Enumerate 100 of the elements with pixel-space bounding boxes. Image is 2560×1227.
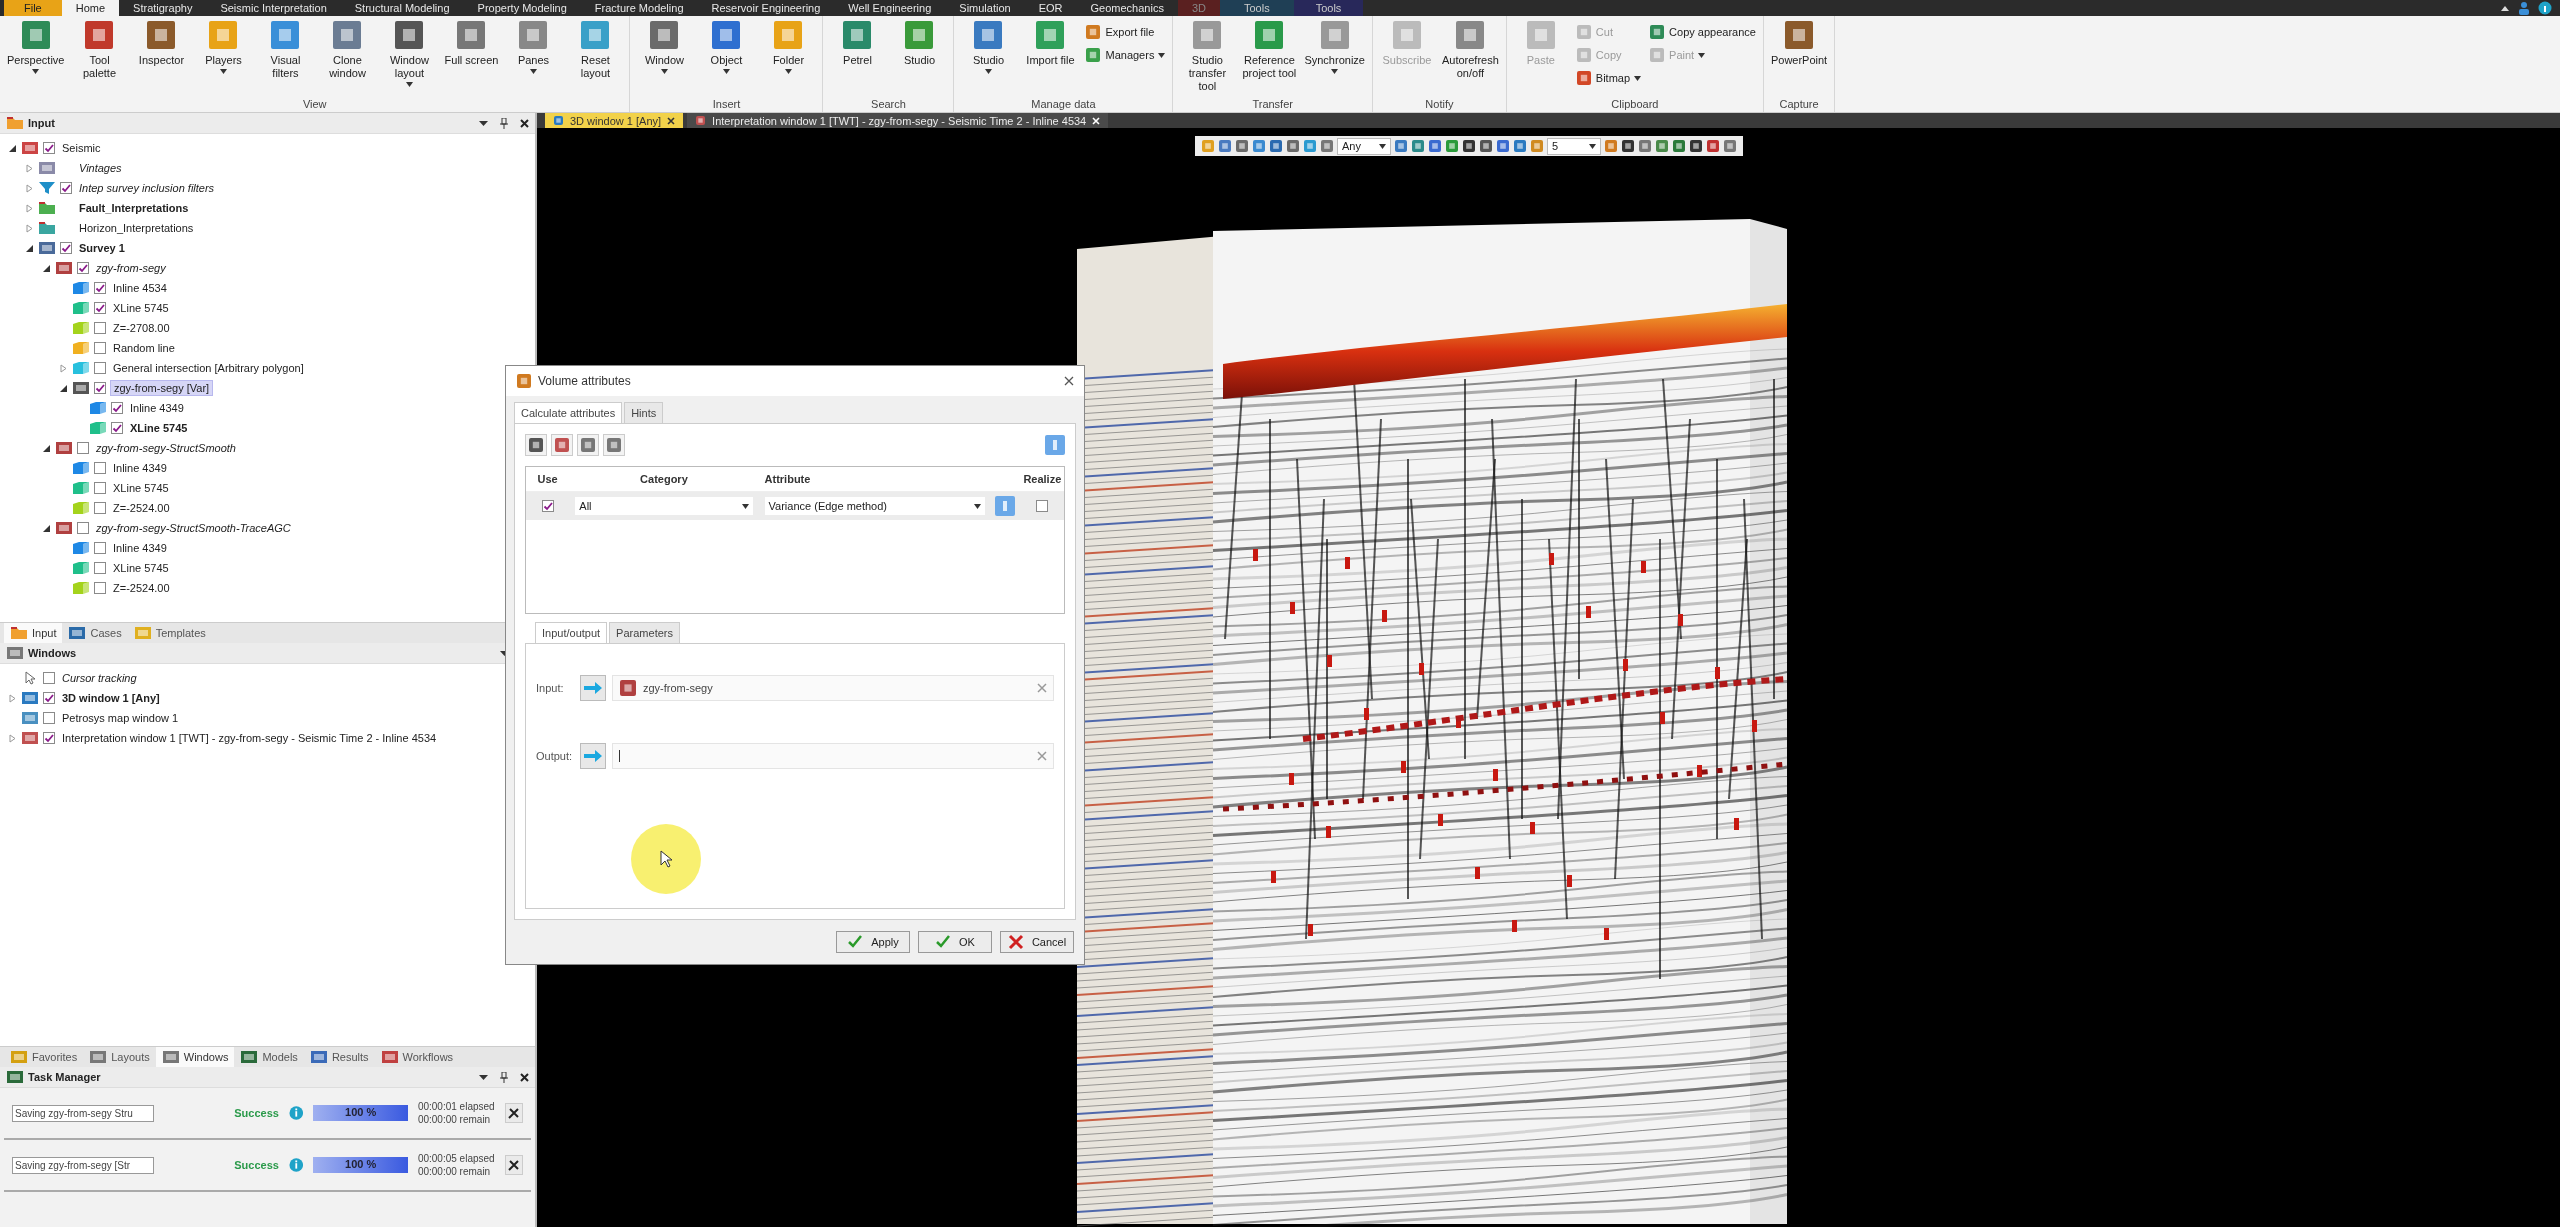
menu-tab[interactable]: Geomechanics bbox=[1076, 0, 1178, 16]
checkbox[interactable] bbox=[94, 322, 106, 334]
tree-item-label[interactable]: Inline 4349 bbox=[110, 541, 170, 555]
ribbon-button[interactable]: PowerPoint bbox=[1767, 20, 1831, 67]
user-icon[interactable] bbox=[2518, 1, 2530, 15]
checkbox[interactable] bbox=[43, 692, 55, 704]
panel-tab[interactable]: Windows bbox=[155, 1047, 235, 1067]
close-icon[interactable] bbox=[667, 116, 676, 125]
caret-icon[interactable] bbox=[530, 69, 537, 74]
tree-item-label[interactable]: zgy-from-segy [Var] bbox=[110, 380, 214, 396]
cancel-task-button[interactable] bbox=[504, 1103, 523, 1123]
tree-item-label[interactable]: Z=-2708.00 bbox=[110, 321, 173, 335]
collapse-arrow-icon[interactable] bbox=[42, 263, 51, 273]
ribbon-button[interactable]: Full screen bbox=[441, 20, 502, 67]
ribbon-button[interactable]: Clone window bbox=[317, 20, 378, 80]
tool-icon[interactable] bbox=[1621, 139, 1635, 153]
panel-tab[interactable]: Results bbox=[303, 1047, 375, 1067]
ribbon-button[interactable]: Tool palette bbox=[69, 20, 130, 80]
document-tab[interactable]: 3D window 1 [Any] bbox=[545, 113, 684, 128]
tree-item-label[interactable]: Interpretation window 1 [TWT] - zgy-from-segy - Seismic Time 2 - Inline 4534 bbox=[59, 731, 440, 745]
panel-tab[interactable]: Favorites bbox=[4, 1047, 84, 1067]
tree-item-label[interactable]: General intersection [Arbitrary polygon] bbox=[110, 361, 307, 375]
ribbon-button[interactable]: Object bbox=[696, 20, 757, 74]
menu-tab[interactable]: Home bbox=[61, 0, 120, 16]
dialog-button[interactable]: Apply bbox=[836, 931, 910, 953]
expand-arrow-icon[interactable] bbox=[25, 223, 34, 233]
panel-tab[interactable]: Cases bbox=[62, 623, 128, 643]
checkbox[interactable] bbox=[94, 502, 106, 514]
collapse-ribbon-icon[interactable] bbox=[2500, 4, 2510, 12]
tab[interactable]: Calculate attributes bbox=[514, 402, 623, 423]
tree-item-label[interactable]: Vintages bbox=[76, 161, 125, 175]
caret-icon[interactable] bbox=[406, 82, 413, 87]
ribbon-button[interactable]: Synchronize bbox=[1301, 20, 1368, 74]
menu-tab[interactable]: Structural Modeling bbox=[340, 0, 464, 16]
ribbon-button[interactable]: Import file bbox=[1020, 20, 1081, 67]
task-name-field[interactable]: Saving zgy-from-segy Stru bbox=[12, 1104, 155, 1122]
expand-arrow-icon[interactable] bbox=[25, 203, 34, 213]
ribbon-button[interactable]: Visual filters bbox=[255, 20, 316, 80]
menu-tab[interactable]: Simulation bbox=[945, 0, 1025, 16]
ribbon-button[interactable]: Studio bbox=[958, 20, 1019, 74]
checkbox[interactable] bbox=[94, 282, 106, 294]
tool-icon[interactable] bbox=[1689, 139, 1703, 153]
close-icon[interactable] bbox=[1064, 376, 1074, 386]
tab[interactable]: Parameters bbox=[609, 622, 680, 643]
tree-item-label[interactable]: zgy-from-segy bbox=[93, 261, 169, 275]
tab[interactable]: Input/output bbox=[535, 622, 608, 643]
input-field[interactable]: zgy-from-segy bbox=[612, 675, 1054, 701]
checkbox[interactable] bbox=[77, 522, 89, 534]
expand-arrow-icon[interactable] bbox=[8, 733, 17, 743]
tool-icon[interactable] bbox=[1269, 139, 1283, 153]
checkbox[interactable] bbox=[60, 242, 72, 254]
ribbon-button[interactable]: Window bbox=[634, 20, 695, 74]
checkbox[interactable] bbox=[43, 142, 55, 154]
clear-icon[interactable] bbox=[1037, 751, 1047, 761]
ribbon-button[interactable]: Panes bbox=[503, 20, 564, 74]
tree-item-label[interactable]: Z=-2524.00 bbox=[110, 581, 173, 595]
checkbox[interactable] bbox=[77, 442, 89, 454]
caret-icon[interactable] bbox=[973, 503, 981, 509]
dialog-button[interactable]: OK bbox=[918, 931, 992, 953]
caret-icon[interactable] bbox=[1331, 69, 1339, 74]
tree-item-label[interactable]: XLine 5745 bbox=[110, 481, 172, 495]
caret-icon[interactable] bbox=[1158, 52, 1166, 58]
cancel-task-button[interactable] bbox=[504, 1155, 523, 1175]
document-tab[interactable]: Interpretation window 1 [TWT] - zgy-from-segy - Seismic Time 2 - Inline 4534 bbox=[687, 113, 1109, 128]
menu-tab[interactable]: Stratigraphy bbox=[119, 0, 207, 16]
dropdown[interactable]: All bbox=[575, 497, 753, 515]
collapse-arrow-icon[interactable] bbox=[42, 523, 51, 533]
menu-tab[interactable]: 3D bbox=[1177, 0, 1220, 16]
checkbox[interactable] bbox=[60, 182, 72, 194]
menu-tab[interactable]: Seismic Interpretation bbox=[206, 0, 341, 16]
checkbox[interactable] bbox=[541, 500, 554, 512]
tree-item-label[interactable]: Inline 4534 bbox=[110, 281, 170, 295]
tree-item-label[interactable]: Horizon_Interpretations bbox=[76, 221, 197, 235]
ribbon-button[interactable]: Bitmap bbox=[1572, 68, 1645, 88]
collapse-arrow-icon[interactable] bbox=[8, 143, 17, 153]
checkbox[interactable] bbox=[77, 262, 89, 274]
checkbox[interactable] bbox=[94, 542, 106, 554]
pin-icon[interactable] bbox=[500, 1071, 508, 1083]
panel-tab[interactable]: Input bbox=[4, 623, 63, 643]
checkbox[interactable] bbox=[94, 462, 106, 474]
dropdown-icon[interactable] bbox=[479, 119, 488, 127]
caret-icon[interactable] bbox=[741, 503, 749, 509]
expand-arrow-icon[interactable] bbox=[59, 363, 68, 373]
toolbar-button[interactable] bbox=[551, 434, 573, 456]
tool-icon[interactable] bbox=[1706, 139, 1720, 153]
caret-icon[interactable] bbox=[32, 69, 40, 74]
checkbox[interactable] bbox=[43, 672, 55, 684]
tree-item-label[interactable]: Inline 4349 bbox=[127, 401, 187, 415]
panel-tab[interactable]: Models bbox=[234, 1047, 304, 1067]
panel-tab[interactable]: Layouts bbox=[83, 1047, 156, 1067]
tree-item-label[interactable]: Intep survey inclusion filters bbox=[76, 181, 218, 195]
checkbox[interactable] bbox=[43, 732, 55, 744]
dropdown[interactable]: Variance (Edge method) bbox=[764, 497, 985, 515]
pin-icon[interactable] bbox=[500, 117, 508, 129]
toolbar-button[interactable] bbox=[603, 434, 625, 456]
ribbon-button[interactable]: Players bbox=[193, 20, 254, 74]
toolbar-button[interactable] bbox=[577, 434, 599, 456]
input-field[interactable] bbox=[612, 743, 1054, 769]
caret-icon[interactable] bbox=[661, 69, 668, 74]
tree-item-label[interactable]: Fault_Interpretations bbox=[76, 201, 192, 215]
